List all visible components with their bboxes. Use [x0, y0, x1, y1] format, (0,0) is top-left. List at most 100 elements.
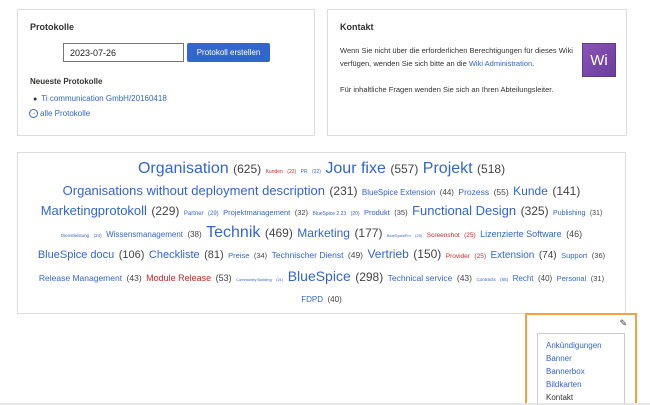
menu-item-bannerbox[interactable]: Bannerbox: [546, 365, 624, 378]
tag-cloud-item: Jour fixe (557): [325, 160, 418, 177]
tag-cloud-item: Checkliste (81): [149, 245, 224, 262]
tag-count: (518): [477, 162, 505, 176]
tag-link[interactable]: Support: [561, 251, 587, 260]
tag-link[interactable]: Contracts: [476, 277, 495, 282]
bullet-icon: ●: [33, 96, 37, 103]
tag-count: (31): [591, 274, 604, 283]
tag-link[interactable]: Extension: [490, 250, 534, 261]
tag-cloud-item: Lizenzierte Software (46): [480, 224, 582, 241]
tag-link[interactable]: Wissensmanagement: [106, 230, 183, 239]
tag-count: (81): [204, 249, 224, 261]
tag-link[interactable]: Technical service: [388, 273, 453, 283]
tag-link[interactable]: Technischer Dienst: [272, 250, 344, 260]
tag-count: (44): [440, 188, 454, 197]
tag-cloud-item: Publishing (31): [553, 202, 602, 219]
tag-cloud-item: Kunden (22): [266, 160, 297, 177]
tag-link[interactable]: PR: [301, 169, 308, 175]
menu-item-bildkarten[interactable]: Bildkarten: [546, 378, 624, 391]
tag-cloud-item: Personal (31): [557, 268, 604, 285]
tag-link[interactable]: Checkliste: [149, 249, 200, 261]
tag-count: (46): [566, 229, 582, 239]
tag-link[interactable]: Preise: [228, 251, 249, 260]
tag-cloud-item: Technik (469): [206, 224, 293, 241]
wiki-admin-link[interactable]: Wiki Administration: [469, 59, 532, 68]
tag-count: (22): [312, 169, 321, 175]
tag-cloud-item: Provider (25): [446, 245, 486, 262]
tag-link[interactable]: BlueSpice docu: [38, 249, 114, 261]
tag-link[interactable]: Dienstleistung: [61, 233, 89, 238]
tag-link[interactable]: Partner: [184, 211, 204, 217]
tag-count: (43): [127, 273, 142, 283]
tag-link[interactable]: FDPD: [301, 295, 323, 304]
tag-count: (106): [119, 249, 145, 261]
tag-link[interactable]: Kunden: [266, 169, 283, 175]
tag-count: (325): [521, 204, 549, 218]
tag-link[interactable]: Marketing: [297, 226, 350, 240]
tag-link[interactable]: BlueSpice Extension: [362, 188, 435, 197]
tag-link[interactable]: BlueSpice 2.23: [313, 211, 347, 217]
tag-link[interactable]: Functional Design: [412, 203, 516, 218]
tag-link[interactable]: BlueSpiceFm: [387, 233, 411, 238]
tag-link[interactable]: Community Building: [236, 277, 272, 282]
tag-cloud-item: BlueSpice 2.23 (20): [313, 202, 360, 219]
tag-count: (298): [355, 270, 383, 284]
wiki-logo: Wi: [582, 43, 616, 77]
tag-link[interactable]: Recht: [513, 274, 534, 283]
tag-link[interactable]: Kunde: [513, 184, 548, 198]
tag-cloud-item: Prozess (55): [458, 182, 508, 199]
tag-cloud-item: Release Management (43): [39, 268, 142, 285]
tag-count: (55): [494, 187, 509, 197]
tag-link[interactable]: Organisation: [138, 160, 229, 177]
tag-link[interactable]: Module Release: [146, 273, 211, 283]
tag-link[interactable]: Vertrieb: [367, 247, 408, 261]
tag-link[interactable]: Jour fixe: [325, 160, 385, 177]
tag-link[interactable]: Prozess: [458, 187, 489, 197]
tag-count: (21): [276, 277, 283, 282]
tag-cloud-item: Technischer Dienst (49): [272, 245, 363, 262]
tag-count: (29): [208, 211, 219, 217]
tag-count: (557): [390, 162, 418, 176]
tag-count: (53): [216, 273, 232, 283]
tag-count: (625): [233, 162, 261, 176]
contact-text-part2: .: [532, 59, 534, 68]
tag-cloud-item: Functional Design (325): [412, 202, 549, 219]
tag-count: (31): [590, 210, 602, 217]
menu-item-banner[interactable]: Banner: [546, 352, 624, 365]
tag-link[interactable]: Personal: [557, 274, 587, 283]
protokolle-panel: Protokolle Protokoll erstellen Neueste P…: [17, 9, 315, 136]
tag-cloud-item: Produkt (35): [364, 202, 408, 219]
tag-link[interactable]: Screenshot: [427, 232, 460, 239]
recent-protocol-item: ● Ti communication GmbH/20160418: [33, 94, 167, 103]
tag-cloud-item: Marketingprotokoll (229): [41, 202, 180, 219]
tag-cloud-item: Technical service (43): [388, 268, 472, 285]
recent-protocol-link[interactable]: Ti communication GmbH/20160418: [41, 94, 167, 103]
tag-count: (150): [413, 247, 441, 261]
tag-count: (32): [295, 208, 308, 217]
tag-cloud-item: Module Release (53): [146, 268, 232, 285]
tag-count: (38): [187, 230, 201, 239]
tag-link[interactable]: Marketingprotokoll: [41, 203, 147, 218]
tag-link[interactable]: Lizenzierte Software: [480, 229, 562, 239]
tag-count: (34): [254, 251, 267, 260]
tag-count: (22): [287, 169, 296, 175]
tag-link[interactable]: Produkt: [364, 208, 390, 217]
kontakt-panel: Kontakt Wenn Sie nicht über die erforder…: [327, 9, 627, 136]
menu-item-ankuendigungen[interactable]: Ankündigungen: [546, 339, 624, 352]
tag-link[interactable]: Provider: [446, 253, 470, 260]
tag-link[interactable]: BlueSpice: [288, 268, 351, 284]
pencil-icon[interactable]: ✎: [619, 318, 627, 329]
tag-link[interactable]: Technik: [206, 224, 260, 241]
tag-link[interactable]: Projekt: [423, 160, 473, 177]
date-input[interactable]: [63, 43, 184, 62]
tag-link[interactable]: Publishing: [553, 210, 585, 217]
tag-cloud-item: Marketing (177): [297, 224, 382, 241]
tag-count: (141): [552, 184, 580, 198]
tag-count: (74): [539, 250, 557, 261]
create-protocol-button[interactable]: Protokoll erstellen: [187, 43, 270, 62]
tag-cloud-item: Contracts (65): [476, 268, 508, 285]
tag-link[interactable]: Projektmanagement: [223, 208, 290, 217]
tag-link[interactable]: Organisations without deployment descrip…: [63, 183, 325, 198]
all-protocols-link[interactable]: →alle Protokolle: [29, 109, 90, 118]
tag-link[interactable]: Release Management: [39, 273, 122, 283]
contact-text: Wenn Sie nicht über die erforderlichen B…: [340, 44, 575, 70]
